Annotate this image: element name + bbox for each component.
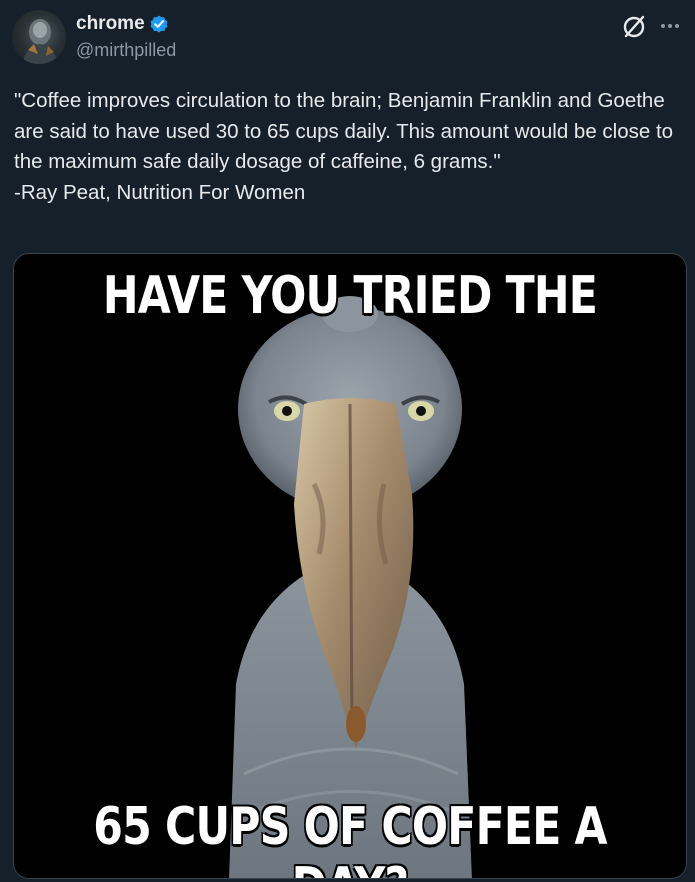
verified-badge-icon[interactable] <box>149 14 169 34</box>
meme-top-caption: HAVE YOU TRIED THE <box>102 266 598 326</box>
display-name[interactable]: chrome <box>76 13 145 35</box>
more-icon[interactable] <box>657 16 683 36</box>
handle[interactable]: @mirthpilled <box>76 40 176 61</box>
meme-bottom-caption: 65 CUPS OF COFFEE A DAY? <box>93 797 607 878</box>
tweet-media-image[interactable]: HAVE YOU TRIED THE 65 CUPS OF COFFEE A D… <box>13 253 687 879</box>
avatar[interactable] <box>12 10 66 64</box>
display-name-row: chrome <box>76 12 176 36</box>
tweet-text: "Coffee improves circulation to the brai… <box>14 89 674 204</box>
tweet-header: chrome @mirthpilled <box>12 10 683 66</box>
tweet: chrome @mirthpilled "Coffee improves cir… <box>0 0 695 882</box>
shoebill-illustration <box>14 254 686 878</box>
grok-icon[interactable] <box>621 14 647 40</box>
author-names: chrome @mirthpilled <box>76 12 176 61</box>
